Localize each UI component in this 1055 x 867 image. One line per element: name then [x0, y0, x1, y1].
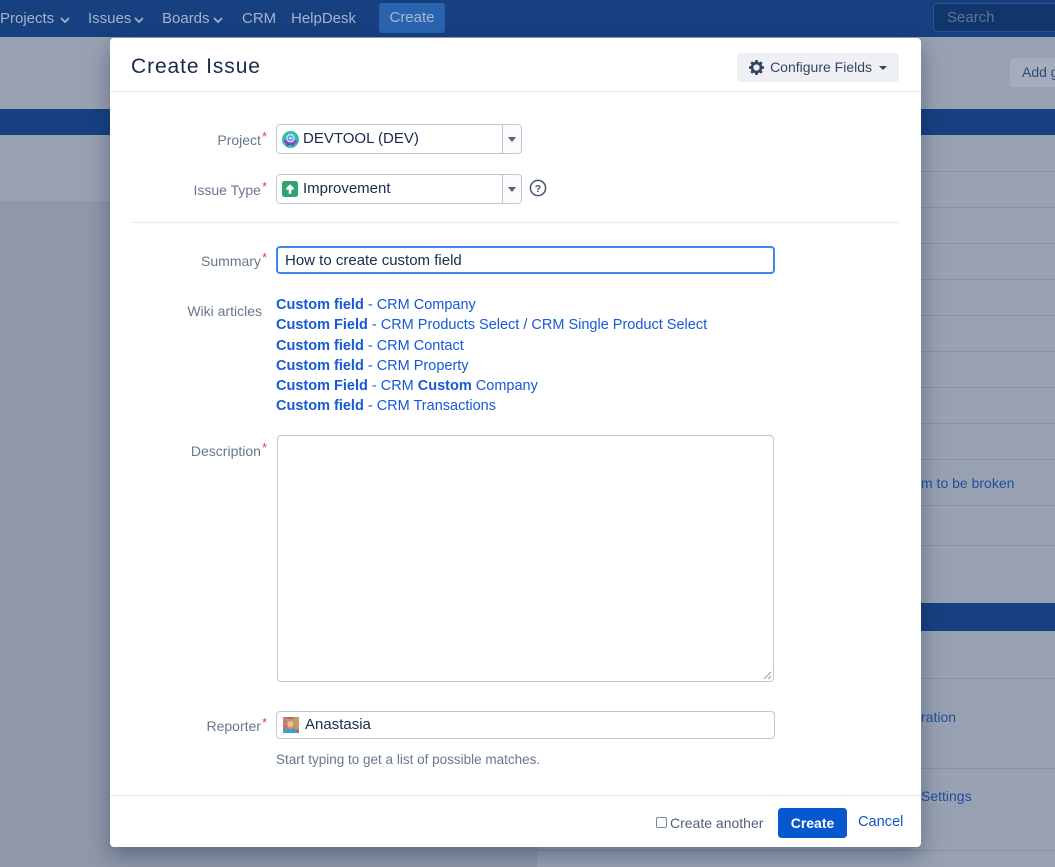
svg-text:?: ?: [535, 183, 541, 195]
